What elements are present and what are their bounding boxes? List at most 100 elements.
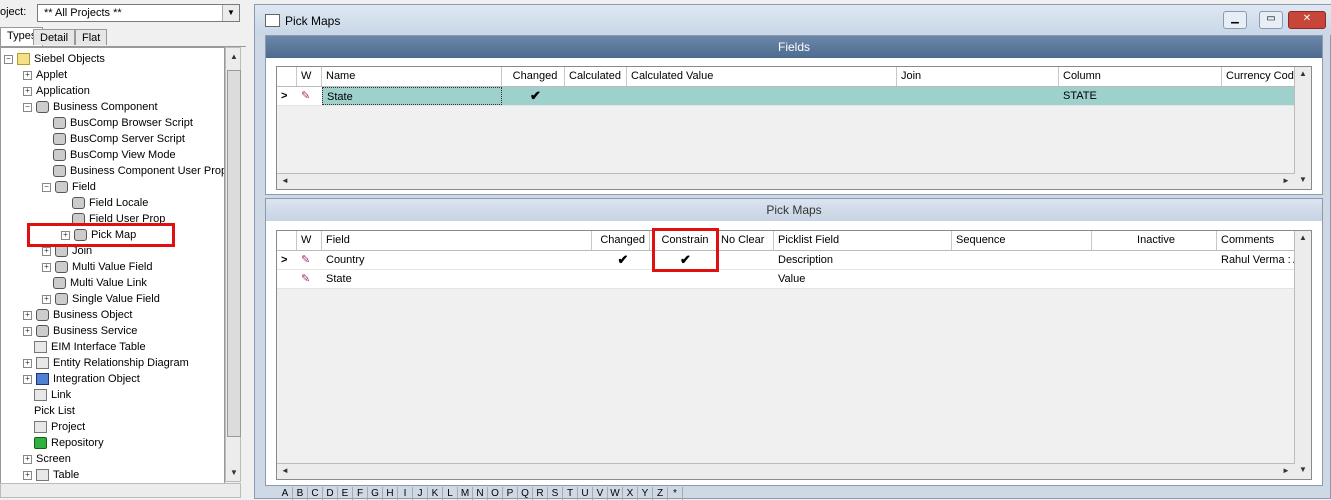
tree-node[interactable]: + Business Object [23, 307, 132, 323]
collapse-icon[interactable]: − [4, 54, 13, 64]
tree-node[interactable]: + Screen [23, 451, 71, 467]
alphabet-letter[interactable]: D [323, 487, 338, 500]
alphabet-letter[interactable]: U [578, 487, 593, 500]
tree-node[interactable]: Field Locale [61, 195, 148, 211]
tree-horizontal-scrollbar[interactable] [0, 483, 241, 498]
tree-node[interactable]: − Business Component [23, 99, 158, 115]
tree-scroll-thumb[interactable] [227, 70, 241, 437]
alphabet-letter[interactable]: R [533, 487, 548, 500]
collapse-icon[interactable]: − [23, 102, 32, 112]
cell-name[interactable]: State [322, 87, 502, 105]
cell-changed[interactable]: ✔ [592, 251, 650, 269]
alphabet-letter[interactable]: S [548, 487, 563, 500]
collapse-icon[interactable]: − [42, 182, 51, 192]
alphabet-letter[interactable]: Y [638, 487, 653, 500]
cell-picklist-field[interactable]: Value [774, 270, 952, 288]
expand-icon[interactable]: + [23, 86, 32, 96]
tree-node[interactable]: + Business Service [23, 323, 137, 339]
expand-icon[interactable]: + [23, 454, 32, 464]
col-name[interactable]: Name [322, 67, 502, 86]
cell-changed[interactable] [592, 270, 650, 288]
alphabet-letter[interactable]: V [593, 487, 608, 500]
tree-node[interactable]: BusComp Server Script [42, 131, 185, 147]
cell-column[interactable]: STATE [1059, 87, 1222, 105]
alphabet-letter[interactable]: * [668, 487, 683, 500]
tree-node[interactable]: + Multi Value Field [42, 259, 153, 275]
col-calculated-value[interactable]: Calculated Value [627, 67, 897, 86]
cell-no-clear[interactable] [717, 251, 774, 269]
alphabet-letter[interactable]: Q [518, 487, 533, 500]
alphabet-letter[interactable]: W [608, 487, 623, 500]
alphabet-letter[interactable]: M [458, 487, 473, 500]
alphabet-letter[interactable]: X [623, 487, 638, 500]
alphabet-letter[interactable]: C [308, 487, 323, 500]
alphabet-letter[interactable]: P [503, 487, 518, 500]
alphabet-letter[interactable]: I [398, 487, 413, 500]
pick-maps-horizontal-scrollbar[interactable]: ◄ ► [277, 463, 1295, 479]
cell-inactive[interactable] [1092, 251, 1217, 269]
cell-calculated-value[interactable] [627, 87, 897, 105]
expand-icon[interactable]: + [23, 310, 32, 320]
table-row[interactable]: ✎ State Value [277, 270, 1311, 289]
cell-inactive[interactable] [1092, 270, 1217, 288]
cell-comments[interactable]: Rahul Verma : A [1217, 251, 1297, 269]
cell-no-clear[interactable] [717, 270, 774, 288]
tree-node[interactable]: + Single Value Field [42, 291, 160, 307]
row-selector[interactable] [277, 270, 297, 288]
close-button[interactable]: ✕ [1288, 11, 1326, 29]
pick-maps-vertical-scrollbar[interactable]: ▲ ▼ [1294, 231, 1311, 479]
col-changed[interactable]: Changed [502, 67, 565, 86]
alphabet-letter[interactable]: Z [653, 487, 668, 500]
tree-node[interactable]: − Siebel Objects [4, 51, 105, 67]
col-changed[interactable]: Changed [592, 231, 650, 250]
tree-node[interactable]: Link [23, 387, 71, 403]
tree-node[interactable]: + Application [23, 83, 90, 99]
cell-field[interactable]: Country [322, 251, 592, 269]
minimize-button[interactable]: ▁ [1223, 11, 1247, 29]
col-calculated[interactable]: Calculated [565, 67, 627, 86]
row-selector[interactable]: > [277, 251, 297, 269]
row-selector[interactable]: > [277, 87, 297, 105]
expand-icon[interactable]: + [23, 326, 32, 336]
chevron-down-icon[interactable]: ▼ [222, 5, 239, 21]
cell-changed[interactable]: ✔ [502, 87, 565, 105]
table-row[interactable]: > ✎ Country ✔ ✔ Description Rahul Verma … [277, 251, 1311, 270]
alphabet-letter[interactable]: A [278, 487, 293, 500]
project-combo[interactable]: ** All Projects ** ▼ [37, 4, 240, 22]
col-join[interactable]: Join [897, 67, 1059, 86]
cell-currency-code[interactable] [1222, 87, 1297, 105]
cell-constrain[interactable] [650, 270, 717, 288]
fields-horizontal-scrollbar[interactable]: ◄ ► [277, 173, 1295, 189]
table-row[interactable]: > ✎ State ✔ STATE [277, 87, 1311, 106]
tree-node[interactable]: + Integration Object [23, 371, 140, 387]
tab-flat[interactable]: Flat [75, 29, 108, 45]
tree-node[interactable]: + Applet [23, 67, 67, 83]
expand-icon[interactable]: + [42, 262, 51, 272]
expand-icon[interactable]: + [23, 70, 32, 80]
col-w[interactable]: W [297, 67, 322, 86]
tree-node[interactable]: EIM Interface Table [23, 339, 146, 355]
tree-node[interactable]: Project [23, 419, 85, 435]
tree-node[interactable]: BusComp Browser Script [42, 115, 193, 131]
cell-calculated[interactable] [565, 87, 627, 105]
cell-picklist-field[interactable]: Description [774, 251, 952, 269]
tree-node[interactable]: + Entity Relationship Diagram [23, 355, 189, 371]
col-field[interactable]: Field [322, 231, 592, 250]
tree-node[interactable]: Multi Value Link [42, 275, 147, 291]
expand-icon[interactable]: + [42, 246, 51, 256]
cell-field[interactable]: State [322, 270, 592, 288]
expand-icon[interactable]: + [23, 374, 32, 384]
col-comments[interactable]: Comments [1217, 231, 1297, 250]
tree-node[interactable]: + Table [23, 467, 79, 483]
cell-sequence[interactable] [952, 251, 1092, 269]
alphabet-letter[interactable]: B [293, 487, 308, 500]
alphabet-letter[interactable]: T [563, 487, 578, 500]
tree-node[interactable]: Business Component User Prop [42, 163, 224, 179]
alphabet-letter[interactable]: E [338, 487, 353, 500]
alphabet-letter[interactable]: H [383, 487, 398, 500]
col-currency-code[interactable]: Currency Code [1222, 67, 1302, 86]
fields-vertical-scrollbar[interactable]: ▲ ▼ [1294, 67, 1311, 189]
expand-icon[interactable]: + [42, 294, 51, 304]
col-picklist-field[interactable]: Picklist Field [774, 231, 952, 250]
col-column[interactable]: Column [1059, 67, 1222, 86]
